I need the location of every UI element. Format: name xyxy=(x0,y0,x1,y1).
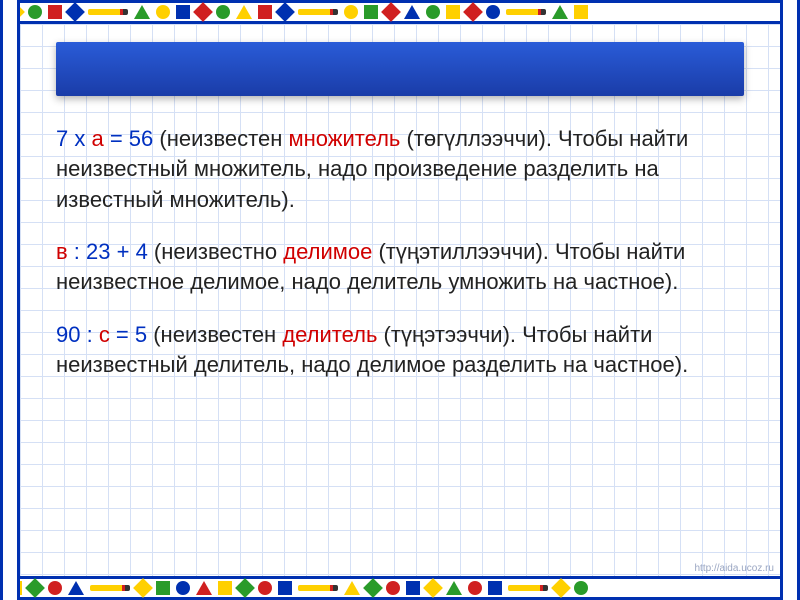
decorative-border-left xyxy=(0,0,20,600)
equation-text: 90 : xyxy=(56,322,99,347)
content-body: 7 х а = 56 (неизвестен множитель (төгүлл… xyxy=(56,124,744,381)
equation-text: = 56 xyxy=(104,126,160,151)
term-intro: (неизвестно xyxy=(154,239,283,264)
decorative-border-top xyxy=(0,0,800,24)
slide-page: 7 х а = 56 (неизвестен множитель (төгүлл… xyxy=(20,24,780,576)
highlighted-term: делимое xyxy=(283,239,372,264)
equation-variable: а xyxy=(91,126,103,151)
highlighted-term: делитель xyxy=(282,322,377,347)
paragraph-divisor: 90 : с = 5 (неизвестен делитель (түңэтээ… xyxy=(56,320,744,381)
term-intro: (неизвестен xyxy=(159,126,288,151)
equation-variable: с xyxy=(99,322,110,347)
term-outro: (түңэтээччи). xyxy=(377,322,522,347)
term-outro: (төгүллээччи). xyxy=(400,126,558,151)
decorative-border-right xyxy=(780,0,800,600)
decorative-border-bottom xyxy=(0,576,800,600)
equation-text: = 5 xyxy=(110,322,153,347)
equation-text: 7 х xyxy=(56,126,91,151)
paragraph-multiplier: 7 х а = 56 (неизвестен множитель (төгүлл… xyxy=(56,124,744,215)
footer-link: http://aida.ucoz.ru xyxy=(695,563,775,574)
equation-variable: в xyxy=(56,239,68,264)
highlighted-term: множитель xyxy=(288,126,400,151)
term-intro: (неизвестен xyxy=(153,322,282,347)
term-outro: (түңэтиллээччи). xyxy=(372,239,555,264)
paragraph-dividend: в : 23 + 4 (неизвестно делимое (түңэтилл… xyxy=(56,237,744,298)
equation-text: : 23 + 4 xyxy=(68,239,154,264)
title-bar xyxy=(56,42,744,96)
